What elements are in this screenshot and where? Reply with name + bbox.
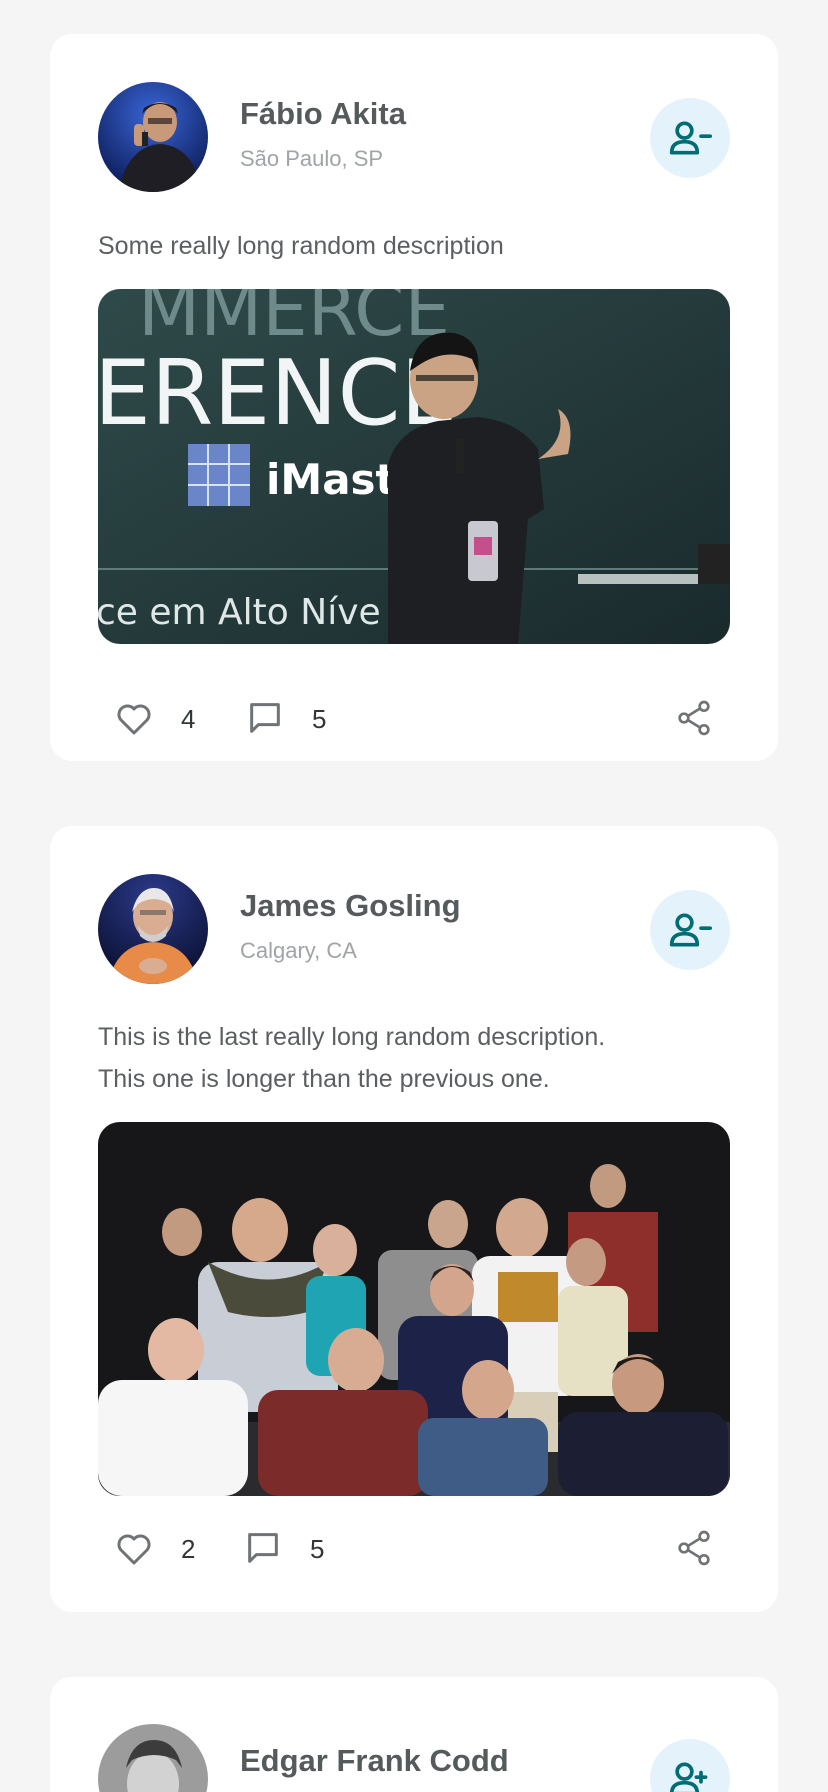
avatar[interactable] xyxy=(98,874,208,984)
image-text-line3: ce em Alto Níve xyxy=(98,592,381,633)
avatar-photo xyxy=(98,1724,208,1792)
unfollow-button[interactable] xyxy=(650,98,730,178)
post-card: James Gosling Calgary, CA This is the la… xyxy=(50,826,778,1612)
like-button[interactable] xyxy=(114,698,154,738)
like-button[interactable] xyxy=(114,1528,154,1568)
comment-count: 5 xyxy=(310,1534,325,1564)
post-description: This is the last really long random desc… xyxy=(98,1016,738,1100)
comment-button[interactable] xyxy=(245,698,285,738)
share-button[interactable] xyxy=(674,698,714,738)
avatar-photo xyxy=(98,874,208,984)
heart-icon xyxy=(117,704,151,735)
post-feed: Fábio Akita São Paulo, SP Some really lo… xyxy=(0,0,828,1792)
like-count: 2 xyxy=(181,1534,196,1564)
user-minus-icon xyxy=(669,121,712,155)
post-card: Edgar Frank Codd xyxy=(50,1677,778,1792)
share-icon xyxy=(678,1530,710,1566)
author-name[interactable]: James Gosling xyxy=(240,888,461,924)
heart-icon xyxy=(117,1534,151,1565)
user-minus-icon xyxy=(669,913,712,947)
author-location: São Paulo, SP xyxy=(240,146,384,171)
image-brand-text: iMast xyxy=(266,455,396,504)
like-count: 4 xyxy=(181,704,196,734)
avatar[interactable] xyxy=(98,1724,208,1792)
author-location: Calgary, CA xyxy=(240,938,357,963)
image-text-line2: ERENCE xyxy=(98,341,457,446)
avatar[interactable] xyxy=(98,82,208,192)
unfollow-button[interactable] xyxy=(650,890,730,970)
follow-button[interactable] xyxy=(650,1739,730,1792)
post-description-line: This is the last really long random desc… xyxy=(98,1023,606,1051)
user-plus-icon xyxy=(669,1762,708,1792)
comment-icon xyxy=(248,1533,278,1563)
share-button[interactable] xyxy=(674,1528,714,1568)
conference-photo: MMERCE ERENCE iMast ce em Alto Níve xyxy=(98,289,730,644)
author-name[interactable]: Edgar Frank Codd xyxy=(240,1743,509,1779)
post-card: Fábio Akita São Paulo, SP Some really lo… xyxy=(50,34,778,761)
share-icon xyxy=(678,700,710,736)
comment-icon xyxy=(250,703,280,733)
post-image[interactable] xyxy=(98,1122,730,1496)
group-photo xyxy=(98,1122,730,1496)
author-name[interactable]: Fábio Akita xyxy=(240,96,406,132)
avatar-photo xyxy=(98,82,208,192)
comment-button[interactable] xyxy=(243,1528,283,1568)
post-description-line: This one is longer than the previous one… xyxy=(98,1065,550,1093)
comment-count: 5 xyxy=(312,704,327,734)
post-description: Some really long random description xyxy=(98,232,504,260)
post-image[interactable]: MMERCE ERENCE iMast ce em Alto Níve xyxy=(98,289,730,644)
